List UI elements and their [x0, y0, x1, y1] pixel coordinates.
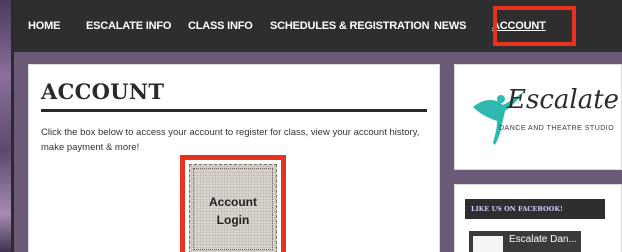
studio-logo-subtext: DANCE AND THEATRE STUDIO: [499, 125, 615, 132]
facebook-page-preview[interactable]: Escalate Dan...: [469, 231, 581, 252]
nav-news[interactable]: NEWS: [434, 20, 466, 32]
account-login-label: Account Login: [209, 195, 257, 227]
studio-logo-widget: Escalate DANCE AND THEATRE STUDIO: [454, 64, 622, 170]
nav-class-info[interactable]: CLASS INFO: [188, 20, 253, 32]
account-description: Click the box below to access your accou…: [41, 127, 420, 153]
page-title: ACCOUNT: [41, 79, 165, 104]
facebook-widget: LIKE US ON FACEBOOK! Escalate Dan...: [454, 184, 622, 252]
account-highlight-box: [493, 6, 576, 46]
main-nav: HOME ESCALATE INFO CLASS INFO SCHEDULES …: [14, 0, 622, 52]
login-highlight-box: Account Login: [180, 155, 286, 252]
facebook-page-name[interactable]: Escalate Dan...: [509, 234, 577, 245]
nav-escalate-info[interactable]: ESCALATE INFO: [86, 20, 171, 32]
account-login-button[interactable]: Account Login: [189, 164, 277, 252]
background-strip: [0, 0, 14, 252]
facebook-widget-title: LIKE US ON FACEBOOK!: [465, 199, 605, 219]
title-divider: [41, 109, 427, 112]
nav-home[interactable]: HOME: [28, 20, 60, 32]
studio-logo-text: Escalate: [507, 85, 620, 115]
main-content: ACCOUNT Click the box below to access yo…: [28, 64, 440, 252]
nav-schedules-registration[interactable]: SCHEDULES & REGISTRATION: [270, 20, 430, 32]
facebook-page-avatar: [473, 236, 503, 252]
